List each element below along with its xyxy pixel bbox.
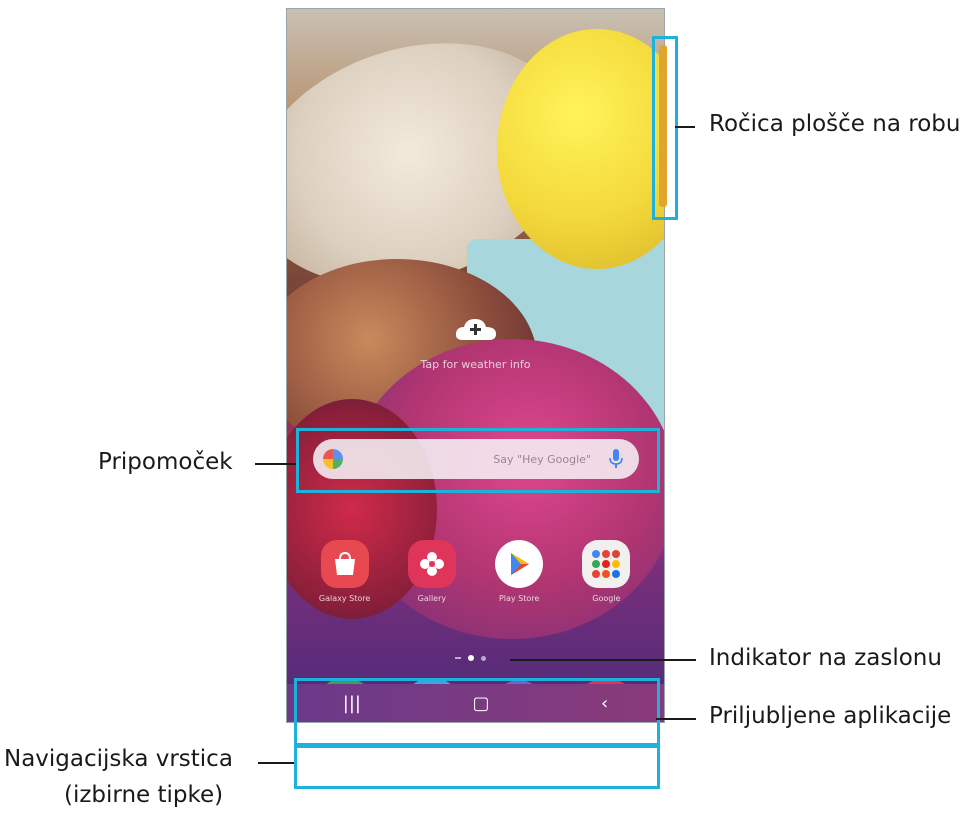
edge-panel-line <box>675 126 695 128</box>
app-row: Galaxy Store Gallery Play Store Google <box>287 540 664 603</box>
cloud-plus-icon <box>455 319 496 340</box>
app-play-store[interactable]: Play Store <box>486 540 552 603</box>
app-label: Galaxy Store <box>318 594 371 603</box>
page-indicator <box>455 655 486 661</box>
app-label: Play Store <box>498 594 540 603</box>
app-label: Google <box>592 594 621 603</box>
favorites-label: Priljubljene aplikacije <box>709 703 952 729</box>
weather-text: Tap for weather info <box>420 358 531 371</box>
nav-bar-highlight <box>294 745 660 789</box>
app-google-folder[interactable]: Google <box>573 540 639 603</box>
phone-screen: Tap for weather info Say "Hey Google" Ga… <box>286 8 665 723</box>
app-folder-icon <box>582 540 631 588</box>
flower-icon <box>407 540 456 588</box>
home-page-dash <box>455 657 461 659</box>
page-dot-active <box>468 655 474 661</box>
indicator-label: Indikator na zaslonu <box>709 645 942 671</box>
app-galaxy-store[interactable]: Galaxy Store <box>312 540 378 603</box>
indicator-line <box>510 659 696 661</box>
edge-panel-label: Ročica plošče na robu <box>709 111 961 137</box>
weather-widget[interactable]: Tap for weather info <box>287 314 664 371</box>
nav-label-line1: Navigacijska vrstica <box>4 746 233 772</box>
widget-highlight <box>296 428 660 493</box>
edge-panel-handle[interactable] <box>659 45 667 207</box>
favorites-highlight <box>294 678 660 746</box>
widget-line <box>255 463 296 465</box>
page-dot <box>481 655 486 661</box>
shopping-bag-icon <box>320 540 369 588</box>
play-triangle-icon <box>495 540 544 588</box>
favorites-line <box>656 718 696 720</box>
nav-line <box>258 762 294 764</box>
app-label: Gallery <box>417 594 447 603</box>
widget-label: Pripomoček <box>98 449 233 475</box>
nav-label-line2: (izbirne tipke) <box>64 782 224 808</box>
app-gallery[interactable]: Gallery <box>399 540 465 603</box>
